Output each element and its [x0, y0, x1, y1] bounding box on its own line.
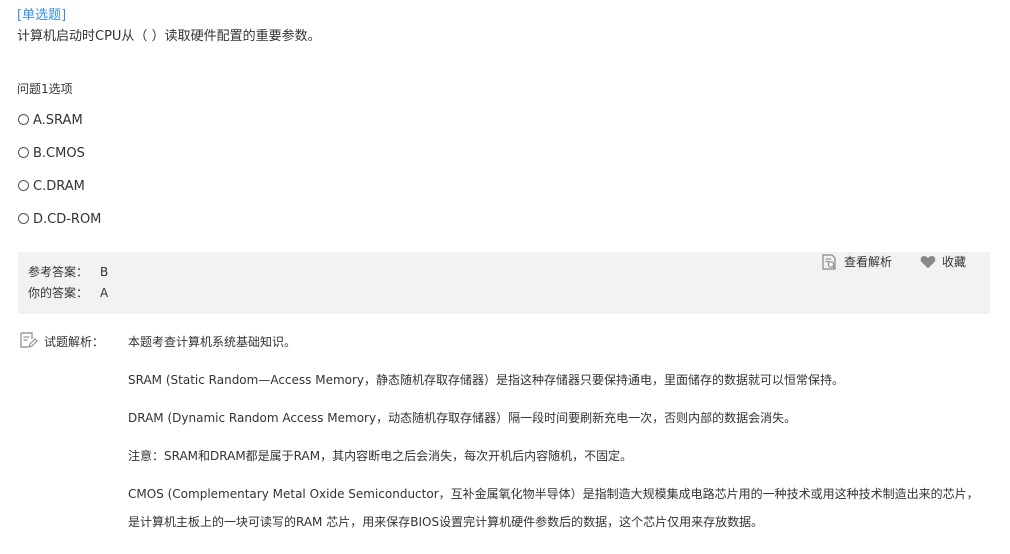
reference-answer: 参考答案： B [28, 263, 108, 281]
reference-answer-value: B [100, 265, 109, 279]
question-options-label: 问题1选项 [17, 82, 73, 96]
your-answer: 你的答案： A [28, 284, 108, 302]
explanation-heading: 试题解析： [18, 330, 104, 353]
favorite-label: 收藏 [942, 255, 967, 269]
notepad-icon [18, 330, 38, 353]
option-b-radio[interactable] [18, 147, 29, 158]
your-answer-value: A [100, 286, 109, 300]
explanation-paragraph: DRAM (Dynamic Random Access Memory，动态随机存… [128, 411, 797, 425]
explanation-paragraph: SRAM (Static Random—Access Memory，静态随机存取… [128, 373, 845, 387]
reference-answer-label: 参考答案： [28, 265, 89, 279]
option-c[interactable]: C.DRAM [18, 177, 101, 210]
your-answer-label: 你的答案： [28, 286, 89, 300]
heart-icon [920, 255, 936, 269]
explanation-paragraph: 本题考查计算机系统基础知识。 [128, 335, 297, 349]
option-a[interactable]: A.SRAM [18, 111, 101, 144]
option-a-label: A.SRAM [33, 113, 83, 128]
explanation-heading-label: 试题解析： [44, 335, 105, 349]
view-analysis-button[interactable]: 查看解析 [820, 253, 892, 271]
question-type-label: [单选题] [17, 8, 67, 23]
option-b[interactable]: B.CMOS [18, 144, 101, 177]
option-list: A.SRAM B.CMOS C.DRAM D.CD-ROM [18, 111, 101, 243]
question-text: 计算机启动时CPU从（ ）读取硬件配置的重要参数。 [17, 29, 321, 44]
answer-panel: 参考答案： B 你的答案： A 查看解析 收藏 [18, 252, 990, 314]
favorite-button[interactable]: 收藏 [920, 253, 966, 271]
option-d-label: D.CD-ROM [33, 212, 102, 227]
option-c-label: C.DRAM [33, 179, 85, 194]
explanation-paragraph: 注意：SRAM和DRAM都是属于RAM，其内容断电之后会消失，每次开机后内容随机… [128, 449, 633, 463]
document-search-icon [820, 253, 838, 271]
option-a-radio[interactable] [18, 114, 29, 125]
option-c-radio[interactable] [18, 180, 29, 191]
view-analysis-label: 查看解析 [844, 255, 893, 269]
option-d-radio[interactable] [18, 213, 29, 224]
option-d[interactable]: D.CD-ROM [18, 210, 101, 243]
option-b-label: B.CMOS [33, 146, 85, 161]
explanation-paragraph: CMOS (Complementary Metal Oxide Semicond… [128, 487, 979, 529]
